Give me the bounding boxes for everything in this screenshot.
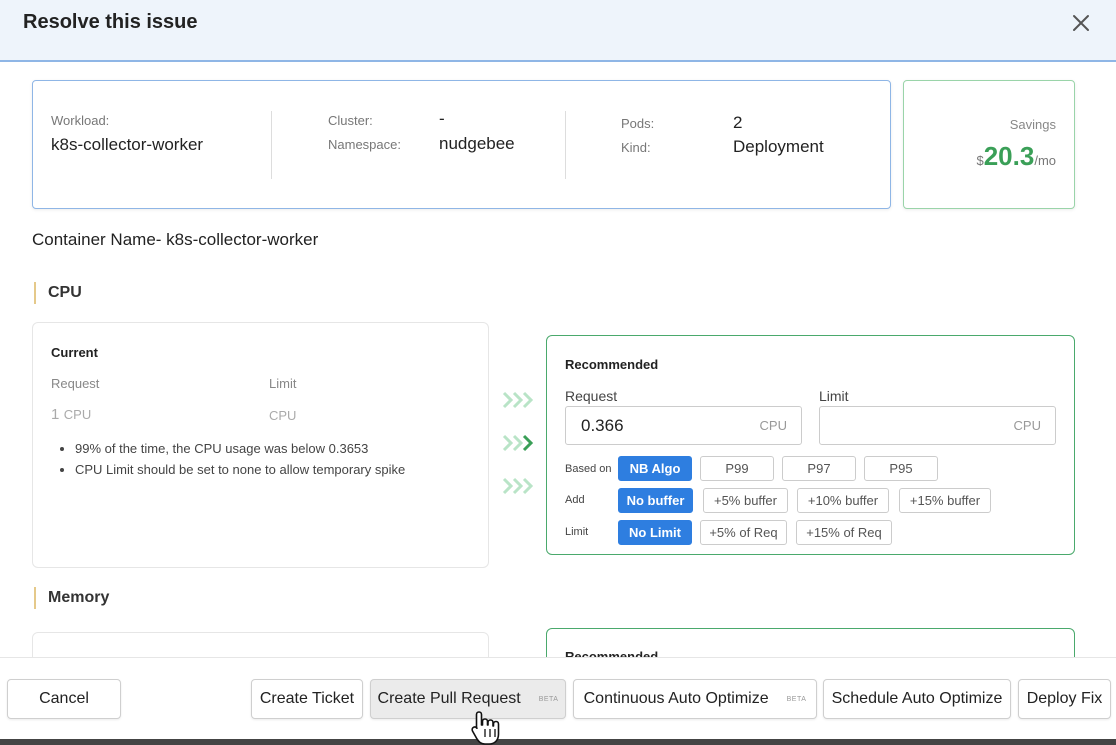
limit-option[interactable]: +15% of Req <box>796 520 892 545</box>
workload-value: k8s-collector-worker <box>51 135 204 154</box>
add-label: Add <box>565 494 585 506</box>
current-title: Current <box>51 345 98 360</box>
memory-recommended-card: Recommended <box>546 628 1075 657</box>
based-on-label: Based on <box>565 463 612 475</box>
current-request-label: Request <box>51 376 100 391</box>
limit-row-label: Limit <box>565 526 589 538</box>
divider <box>565 111 566 179</box>
recommended-request-label: Request <box>565 388 618 404</box>
divider <box>271 111 272 179</box>
limit-option[interactable]: +5% of Req <box>700 520 787 545</box>
current-request-num: 1 <box>51 406 60 423</box>
based-on-option[interactable]: P99 <box>700 456 774 481</box>
deploy-fix-button[interactable]: Deploy Fix <box>1018 679 1111 719</box>
dialog-content[interactable]: Workload: k8s-collector-worker Cluster: … <box>0 64 1116 657</box>
namespace-value: nudgebee <box>439 134 515 153</box>
savings-amount: 20.3 <box>983 141 1035 171</box>
limit-input[interactable]: CPU <box>819 406 1056 445</box>
bottom-bar <box>0 739 1116 745</box>
cpu-recommended-card: Recommended Request Limit 0.366 CPU CPU … <box>546 335 1075 555</box>
current-request-value: 1 CPU <box>51 406 91 424</box>
limit-input-unit: CPU <box>1013 418 1041 433</box>
kind-label: Kind: <box>621 140 651 155</box>
current-request-unit: CPU <box>63 407 92 422</box>
dialog-header: Resolve this issue <box>0 0 1116 62</box>
kind-value: Deployment <box>733 137 824 156</box>
savings-unit: /mo <box>1034 153 1056 168</box>
savings-card: Savings $20.3/mo <box>903 80 1075 209</box>
request-input-value: 0.366 <box>581 416 624 435</box>
current-notes: 99% of the time, the CPU usage was below… <box>75 441 405 483</box>
recommended-limit-label: Limit <box>819 388 849 404</box>
memory-current-card <box>32 632 489 657</box>
workload-card: Workload: k8s-collector-worker Cluster: … <box>32 80 891 209</box>
current-limit-unit: CPU <box>269 408 297 423</box>
memory-recommended-title: Recommended <box>565 649 659 657</box>
create-pull-request-label: Create Pull Request <box>377 690 521 707</box>
cluster-label: Cluster: <box>328 113 373 128</box>
memory-section-title: Memory <box>34 587 109 609</box>
namespace-label: Namespace: <box>328 137 401 152</box>
savings-value: $20.3/mo <box>976 141 1056 172</box>
add-option[interactable]: +15% buffer <box>899 488 991 513</box>
current-limit-label: Limit <box>269 376 297 391</box>
workload-label: Workload: <box>51 113 110 128</box>
chevron-right-icon <box>502 477 534 495</box>
cpu-section-title: CPU <box>34 282 82 304</box>
based-on-option[interactable]: P97 <box>782 456 856 481</box>
chevron-right-icon <box>502 434 534 452</box>
schedule-auto-optimize-button[interactable]: Schedule Auto Optimize <box>823 679 1011 719</box>
based-on-option[interactable]: NB Algo <box>618 456 692 481</box>
hand-pointer-icon <box>471 711 500 745</box>
beta-badge: BETA <box>538 695 559 703</box>
request-input[interactable]: 0.366 CPU <box>565 406 802 445</box>
cancel-button[interactable]: Cancel <box>7 679 121 719</box>
pods-label: Pods: <box>621 116 655 131</box>
pods-value: 2 <box>733 113 743 132</box>
limit-option[interactable]: No Limit <box>618 520 692 545</box>
recommended-title: Recommended <box>565 357 659 372</box>
add-option[interactable]: +5% buffer <box>703 488 788 513</box>
continuous-auto-optimize-button[interactable]: Continuous Auto Optimize BETA <box>573 679 817 719</box>
beta-badge: BETA <box>786 695 807 703</box>
cpu-current-card: Current Request Limit 1 CPU CPU 99% of t… <box>32 322 489 568</box>
continuous-auto-optimize-label: Continuous Auto Optimize <box>583 690 769 707</box>
close-icon[interactable] <box>1068 10 1094 36</box>
note-item: CPU Limit should be set to none to allow… <box>75 462 405 477</box>
request-input-unit: CPU <box>759 418 787 433</box>
dialog-title: Resolve this issue <box>23 11 198 33</box>
container-name: Container Name- k8s-collector-worker <box>32 230 319 249</box>
savings-currency: $ <box>976 153 984 168</box>
add-option[interactable]: No buffer <box>618 488 693 513</box>
add-option[interactable]: +10% buffer <box>797 488 889 513</box>
cluster-value: - <box>439 109 445 128</box>
create-ticket-button[interactable]: Create Ticket <box>251 679 363 719</box>
dialog-footer: Cancel Create Ticket Create Pull Request… <box>0 657 1116 745</box>
note-item: 99% of the time, the CPU usage was below… <box>75 441 405 456</box>
based-on-option[interactable]: P95 <box>864 456 938 481</box>
create-pull-request-button[interactable]: Create Pull Request BETA <box>370 679 566 719</box>
savings-label: Savings <box>1009 117 1056 132</box>
chevron-right-icon <box>502 391 534 409</box>
